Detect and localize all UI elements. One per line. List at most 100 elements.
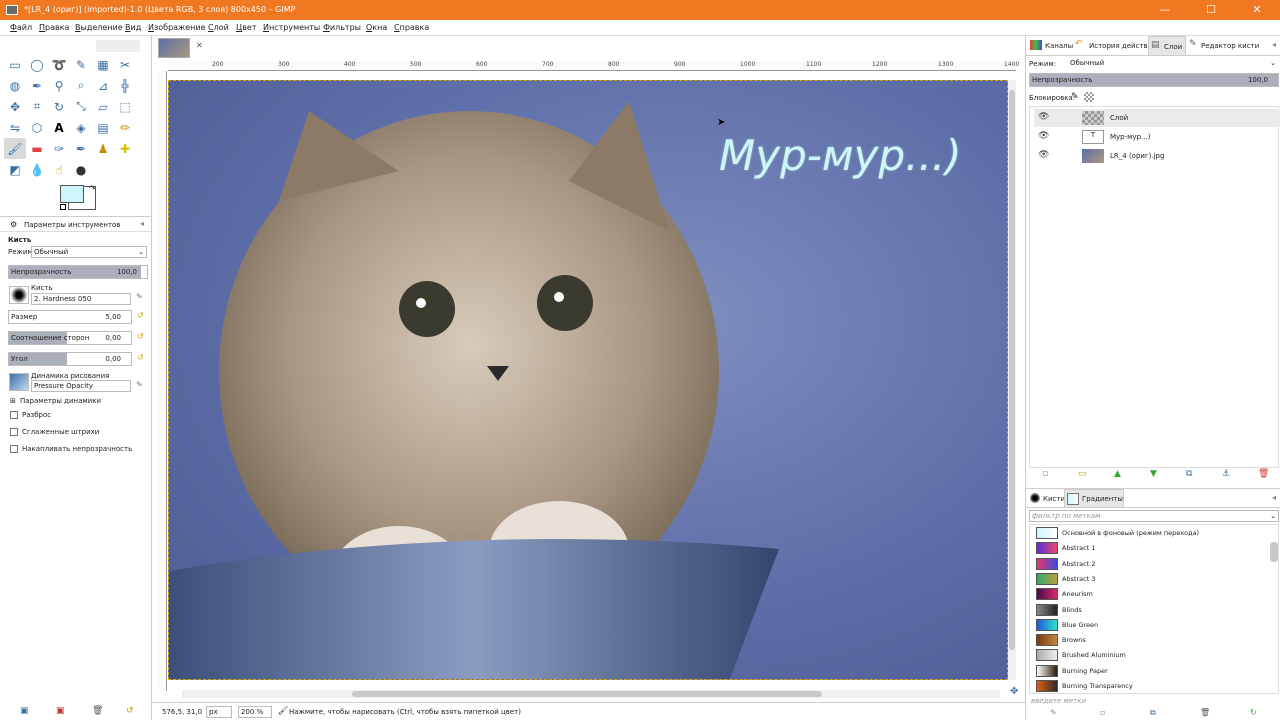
cage-tool-icon[interactable]: ⬡ <box>26 117 48 138</box>
eye-icon[interactable]: 👁 <box>1038 131 1049 141</box>
raise-layer-icon[interactable]: ▲ <box>1114 469 1121 479</box>
align-tool-icon[interactable]: ╬ <box>114 75 136 96</box>
perspective-tool-icon[interactable]: ⬚ <box>114 96 136 117</box>
layer-row[interactable]: 👁 T Мур-мур...) <box>1034 128 1280 146</box>
menu-image[interactable]: Изображение <box>148 20 206 36</box>
rotate-tool-icon[interactable]: ↻ <box>48 96 70 117</box>
aspect-slider[interactable]: Соотношение сторон 0,00 <box>8 331 132 345</box>
lock-alpha-icon[interactable] <box>1084 92 1094 102</box>
gradient-item[interactable]: Abstract 1 <box>1032 541 1272 556</box>
navigate-icon[interactable]: ✥ <box>1010 686 1018 697</box>
brush-preview[interactable] <box>9 286 29 304</box>
dynamics-field[interactable]: Pressure Opacity <box>31 380 131 392</box>
flip-tool-icon[interactable]: ⇋ <box>4 117 26 138</box>
edit-brush-icon[interactable]: ✎ <box>136 292 143 301</box>
foreground-select-tool-icon[interactable]: ◍ <box>4 75 26 96</box>
menu-help[interactable]: Справка <box>394 20 429 36</box>
reset-aspect-icon[interactable]: ↺ <box>137 332 144 341</box>
menu-color[interactable]: Цвет <box>236 20 257 36</box>
smudge-tool-icon[interactable]: ☝ <box>48 159 70 180</box>
gradient-item[interactable]: Abstract 2 <box>1032 557 1272 572</box>
gradients-scroll-thumb[interactable] <box>1270 542 1278 562</box>
unit-select[interactable]: px <box>206 706 232 718</box>
layer-mode-select[interactable]: Обычный ⌄ <box>1068 58 1278 70</box>
dock-menu-icon[interactable]: ◂ <box>1272 493 1276 502</box>
refresh-gradients-icon[interactable]: ↻ <box>1250 708 1257 717</box>
gradient-item[interactable]: Browns <box>1032 633 1272 648</box>
zoom-tool-icon[interactable]: ⌕ <box>70 75 92 96</box>
close-button[interactable]: ✕ <box>1234 0 1280 20</box>
color-picker-tool-icon[interactable]: ⚲ <box>48 75 70 96</box>
tab-brush-editor[interactable]: Редактор кисти <box>1201 37 1259 55</box>
duplicate-gradient-icon[interactable]: ⧉ <box>1150 708 1156 718</box>
layer-row[interactable]: 👁 Слой <box>1034 109 1280 127</box>
gradient-item[interactable]: Brushed Aluminium <box>1032 648 1272 663</box>
minimize-button[interactable]: — <box>1142 0 1188 20</box>
anchor-layer-icon[interactable]: ⚓ <box>1222 469 1230 479</box>
free-select-tool-icon[interactable]: ➰ <box>48 54 70 75</box>
mode-select[interactable]: Обычный ⌄ <box>31 246 147 258</box>
vertical-scroll-thumb[interactable] <box>1009 90 1015 650</box>
gradient-item[interactable]: Blue Green <box>1032 618 1272 633</box>
foreground-color-swatch[interactable] <box>60 185 84 203</box>
image-canvas[interactable]: Мур-мур...) ➤ <box>168 80 1008 680</box>
tab-brushes[interactable]: Кисти <box>1043 490 1065 508</box>
close-image-tab-icon[interactable]: ✕ <box>196 41 203 50</box>
delete-tool-preset-icon[interactable]: 🗑 <box>92 706 103 716</box>
new-layer-group-icon[interactable]: ▭ <box>1078 469 1087 479</box>
tool-options-tab[interactable]: Параметры инструментов <box>24 221 120 229</box>
delete-gradient-icon[interactable]: 🗑 <box>1200 708 1210 717</box>
scatter-checkbox[interactable] <box>10 411 18 419</box>
eye-icon[interactable]: 👁 <box>1038 150 1049 160</box>
dodge-burn-tool-icon[interactable]: ● <box>70 159 92 180</box>
layer-opacity-slider[interactable]: Непрозрачность 100,0 <box>1029 73 1279 87</box>
tab-gradients-active[interactable]: Градиенты <box>1064 489 1124 508</box>
dock-menu-icon[interactable]: ◂ <box>1272 40 1276 49</box>
tab-undo-history[interactable]: История действий <box>1089 37 1157 55</box>
expand-icon[interactable]: ⊞ <box>10 397 16 405</box>
duplicate-layer-icon[interactable]: ⧉ <box>1186 469 1192 479</box>
delete-layer-icon[interactable]: 🗑 <box>1258 469 1269 479</box>
scissors-tool-icon[interactable]: ✂ <box>114 54 136 75</box>
pencil-tool-icon[interactable]: ✏ <box>114 117 136 138</box>
new-gradient-icon[interactable]: ▫ <box>1100 708 1105 717</box>
gradient-item[interactable]: Burning Transparency <box>1032 679 1272 693</box>
reset-size-icon[interactable]: ↺ <box>137 311 144 320</box>
fuzzy-select-tool-icon[interactable]: ✎ <box>70 54 92 75</box>
clone-tool-icon[interactable]: ♟ <box>92 138 114 159</box>
paths-tool-icon[interactable]: ✒ <box>26 75 48 96</box>
gradient-item[interactable]: Основной в фоновый (режим перехода) <box>1032 526 1272 541</box>
airbrush-tool-icon[interactable]: ✑ <box>48 138 70 159</box>
bucket-fill-tool-icon[interactable]: ◈ <box>70 117 92 138</box>
zoom-select[interactable]: 200 % <box>238 706 272 718</box>
color-select-tool-icon[interactable]: ▦ <box>92 54 114 75</box>
maximize-button[interactable]: ☐ <box>1188 0 1234 20</box>
tab-layers-active[interactable]: ▤ Слои <box>1148 36 1186 56</box>
eye-icon[interactable]: 👁 <box>1038 112 1049 122</box>
restore-tool-preset-icon[interactable]: ▣ <box>56 706 65 716</box>
blend-tool-icon[interactable]: ▤ <box>92 117 114 138</box>
swap-colors-icon[interactable]: ↷ <box>89 184 96 193</box>
dynamics-params-expander[interactable]: Параметры динамики <box>20 397 101 405</box>
opacity-slider[interactable]: Непрозрачность 100,0 <box>8 265 148 279</box>
save-tool-preset-icon[interactable]: ▣ <box>20 706 29 716</box>
eraser-tool-icon[interactable]: ▬ <box>26 138 48 159</box>
gradient-filter-field[interactable]: фильтр по меткам ⌄ <box>1029 510 1279 522</box>
tab-channels[interactable]: Каналы <box>1045 37 1073 55</box>
ellipse-select-tool-icon[interactable]: ◯ <box>26 54 48 75</box>
panel-menu-icon[interactable]: ◂ <box>140 219 144 228</box>
rect-select-tool-icon[interactable]: ▭ <box>4 54 26 75</box>
menu-select[interactable]: Выделение <box>75 20 123 36</box>
vertical-scrollbar[interactable] <box>1008 80 1016 680</box>
measure-tool-icon[interactable]: ⊿ <box>92 75 114 96</box>
move-tool-icon[interactable]: ✥ <box>4 96 26 117</box>
text-layer-overlay[interactable]: Мур-мур...) <box>719 131 962 180</box>
menu-view[interactable]: Вид <box>125 20 141 36</box>
menu-filters[interactable]: Фильтры <box>323 20 361 36</box>
crop-tool-icon[interactable]: ⌗ <box>26 96 48 117</box>
menu-layer[interactable]: Слой <box>208 20 229 36</box>
menu-tools[interactable]: Инструменты <box>263 20 320 36</box>
menu-windows[interactable]: Окна <box>366 20 387 36</box>
lower-layer-icon[interactable]: ▼ <box>1150 469 1157 479</box>
lock-pixels-icon[interactable]: ✎ <box>1071 92 1079 102</box>
